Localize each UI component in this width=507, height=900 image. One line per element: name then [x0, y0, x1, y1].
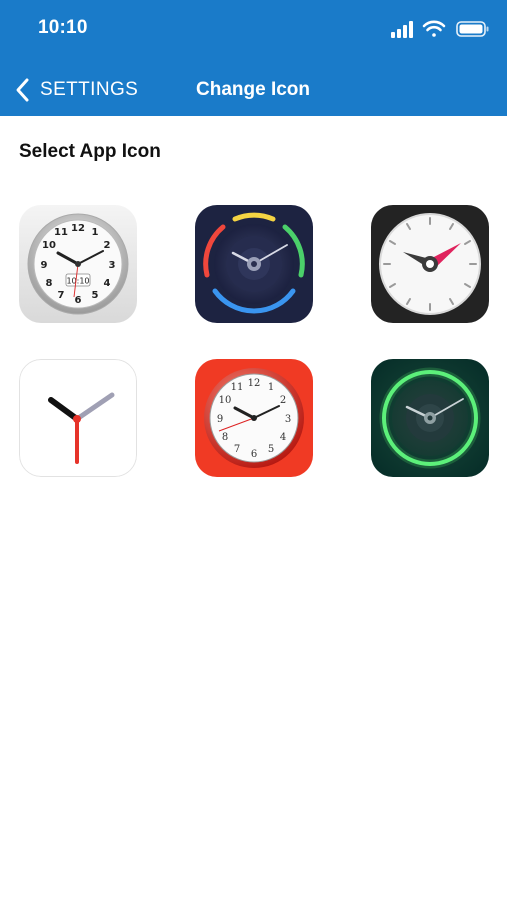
chevron-left-icon [16, 78, 29, 102]
clock-number: 2 [104, 240, 111, 251]
signal-bars-icon [391, 21, 413, 38]
app-header: 10:10 SETTINGS Change Icon [0, 0, 507, 116]
clock-number: 3 [285, 414, 291, 425]
clock-icon [371, 205, 489, 323]
clock-number: 3 [109, 260, 116, 271]
clock-number: 7 [234, 444, 240, 455]
clock-number: 8 [222, 432, 228, 443]
app-icon-red-frame-clock[interactable]: 12 1 2 3 4 5 6 7 8 9 10 11 [195, 359, 313, 477]
app-icon-dark-multicolor-ring-clock[interactable] [195, 205, 313, 323]
clock-number: 1 [268, 382, 274, 393]
clock-number: 7 [58, 290, 65, 301]
back-button[interactable]: SETTINGS [14, 75, 138, 105]
clock-number: 9 [41, 260, 48, 271]
back-button-label: SETTINGS [40, 79, 139, 100]
app-icon-minimal-hands-clock[interactable] [19, 359, 137, 477]
clock-number: 2 [280, 395, 286, 406]
clock-number: 8 [46, 278, 53, 289]
clock-icon [19, 359, 137, 477]
clock-icon: 12 1 2 3 4 5 6 7 8 9 10 11 10:10 [19, 205, 137, 323]
clock-number: 11 [231, 382, 244, 393]
clock-icon [371, 359, 489, 477]
clock-number: 12 [248, 378, 261, 389]
clock-number: 5 [268, 444, 274, 455]
clock-number: 6 [75, 295, 82, 306]
clock-icon: 12 1 2 3 4 5 6 7 8 9 10 11 [195, 359, 313, 477]
section-title: Select App Icon [19, 141, 161, 162]
clock-number: 10 [219, 395, 232, 406]
battery-icon [456, 21, 489, 37]
clock-number: 4 [280, 432, 286, 443]
clock-number: 10 [42, 240, 56, 251]
status-icons [391, 20, 491, 38]
clock-number: 1 [92, 227, 99, 238]
clock-number: 11 [54, 227, 68, 238]
status-time: 10:10 [38, 17, 88, 38]
clock-number: 4 [104, 278, 111, 289]
clock-number: 12 [71, 223, 85, 234]
clock-number: 6 [251, 449, 257, 460]
app-icon-classic-silver-clock[interactable]: 12 1 2 3 4 5 6 7 8 9 10 11 10:10 [19, 205, 137, 323]
clock-icon [195, 205, 313, 323]
clock-number: 9 [217, 414, 223, 425]
clock-date-label: 10:10 [66, 277, 89, 286]
clock-number: 5 [92, 290, 99, 301]
app-icon-green-glow-clock[interactable] [371, 359, 489, 477]
page-title: Change Icon [196, 79, 311, 100]
app-icon-dark-minimal-white-clock[interactable] [371, 205, 489, 323]
wifi-icon [422, 20, 446, 37]
